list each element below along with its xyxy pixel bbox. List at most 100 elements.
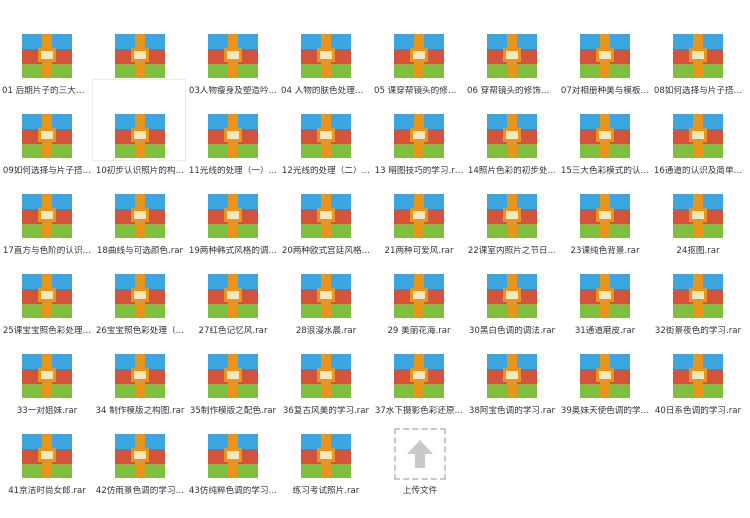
archive-icon xyxy=(301,274,351,318)
archive-icon xyxy=(673,194,723,238)
archive-icon xyxy=(487,274,537,318)
archive-icon xyxy=(208,434,258,478)
archive-icon xyxy=(394,274,444,318)
file-item[interactable]: 06 穿帮镜头的修饰及… xyxy=(465,0,557,96)
upload-button[interactable] xyxy=(394,428,446,480)
file-item[interactable]: 13 暗图技巧的学习.r… xyxy=(372,80,464,176)
archive-icon xyxy=(487,354,537,398)
archive-icon xyxy=(301,34,351,78)
file-item[interactable]: 43仿纯粹色调的学习… xyxy=(186,400,278,496)
archive-icon xyxy=(673,354,723,398)
archive-icon xyxy=(580,114,630,158)
file-item[interactable]: 35制作模版之配色.rar xyxy=(186,320,278,416)
file-item[interactable]: 11光线的处理（一）… xyxy=(186,80,278,176)
file-item[interactable]: 38阿宝色调的学习.rar xyxy=(465,320,557,416)
archive-icon xyxy=(115,274,165,318)
archive-icon xyxy=(115,194,165,238)
file-item[interactable]: 05 课穿帮镜头的修饰… xyxy=(372,0,464,96)
archive-icon xyxy=(394,34,444,78)
file-item[interactable]: 24抠图.rar xyxy=(651,160,743,256)
archive-icon xyxy=(580,194,630,238)
file-item[interactable]: 34 制作模版之构图.rar xyxy=(93,320,185,416)
archive-icon xyxy=(22,114,72,158)
archive-icon xyxy=(208,354,258,398)
archive-icon xyxy=(208,34,258,78)
archive-icon xyxy=(394,194,444,238)
file-item[interactable]: 39奥妹天使色调的学… xyxy=(558,320,650,416)
file-name: 41京洁时尚女郎.rar xyxy=(8,486,86,496)
file-item[interactable]: 29 美丽花海.rar xyxy=(372,240,464,336)
archive-icon xyxy=(673,114,723,158)
archive-icon xyxy=(487,34,537,78)
archive-icon xyxy=(208,114,258,158)
file-item[interactable]: 32街景夜色的学习.rar xyxy=(651,240,743,336)
file-name: 37水下摄影色彩还原… xyxy=(374,406,464,416)
file-item[interactable]: 25课宝宝照色彩处理… xyxy=(0,240,92,336)
file-item[interactable]: 31通道磨皮.rar xyxy=(558,240,650,336)
file-item[interactable]: 02磨皮软件的用法和… xyxy=(93,0,185,96)
file-item[interactable]: 09如何选择与片子搭… xyxy=(0,80,92,176)
file-item[interactable]: 17直方与色阶的认识… xyxy=(0,160,92,256)
file-item[interactable]: 15三大色彩模式的认… xyxy=(558,80,650,176)
file-name: 40日系色调的学习.rar xyxy=(654,406,742,416)
file-grid: 01 后期片子的三大格…02磨皮软件的用法和…03人物瘦身及塑造吟…04 人物的… xyxy=(0,0,750,518)
archive-icon xyxy=(115,114,165,158)
archive-icon xyxy=(115,434,165,478)
upload-label: 上传文件 xyxy=(402,486,438,496)
archive-icon xyxy=(22,194,72,238)
archive-icon xyxy=(22,34,72,78)
file-item[interactable]: 01 后期片子的三大格… xyxy=(0,0,92,96)
archive-icon xyxy=(301,114,351,158)
file-item[interactable]: 26宝宝照色彩处理（… xyxy=(93,240,185,336)
archive-icon xyxy=(22,274,72,318)
file-item[interactable]: 27红色记忆风.rar xyxy=(186,240,278,336)
archive-icon xyxy=(208,194,258,238)
file-item[interactable]: 36复古风美的学习.rar xyxy=(279,320,371,416)
archive-icon xyxy=(22,434,72,478)
file-item[interactable]: 12光线的处理（二）… xyxy=(279,80,371,176)
file-name: 42仿雨景色调的学习… xyxy=(95,486,185,496)
file-item[interactable]: 20两种欧式宫廷风格… xyxy=(279,160,371,256)
file-item[interactable]: 42仿雨景色调的学习… xyxy=(93,400,185,496)
file-item[interactable]: 33一对姐妹.rar xyxy=(0,320,92,416)
file-item[interactable]: 03人物瘦身及塑造吟… xyxy=(186,0,278,96)
file-name: 39奥妹天使色调的学… xyxy=(560,406,650,416)
file-item[interactable]: 28浪漫水晨.rar xyxy=(279,240,371,336)
file-name: 43仿纯粹色调的学习… xyxy=(188,486,278,496)
archive-icon xyxy=(580,34,630,78)
file-item[interactable]: 18曲线与可选颜色.rar xyxy=(93,160,185,256)
archive-icon xyxy=(580,274,630,318)
file-item[interactable]: 41京洁时尚女郎.rar xyxy=(0,400,92,496)
file-item[interactable]: 37水下摄影色彩还原… xyxy=(372,320,464,416)
archive-icon xyxy=(580,354,630,398)
file-item[interactable]: 19两种韩式风格的调… xyxy=(186,160,278,256)
file-item[interactable]: 练习考试照片.rar xyxy=(279,400,371,496)
archive-icon xyxy=(301,354,351,398)
archive-icon xyxy=(487,114,537,158)
file-item[interactable]: 07对相册种美与模板… xyxy=(558,0,650,96)
file-item[interactable]: 10初步认识照片的构… xyxy=(92,79,186,176)
archive-icon xyxy=(115,354,165,398)
archive-icon xyxy=(115,34,165,78)
archive-icon xyxy=(301,434,351,478)
file-name: 练习考试照片.rar xyxy=(292,486,360,496)
archive-icon xyxy=(394,354,444,398)
archive-icon xyxy=(301,194,351,238)
file-item[interactable]: 40日系色调的学习.rar xyxy=(651,320,743,416)
archive-icon xyxy=(208,274,258,318)
file-item[interactable]: 23课纯色背景.rar xyxy=(558,160,650,256)
archive-icon xyxy=(673,34,723,78)
archive-icon xyxy=(394,114,444,158)
archive-icon xyxy=(487,194,537,238)
file-item[interactable]: 30黑白色调的调法.rar xyxy=(465,240,557,336)
file-item[interactable]: 22课室内照片之节日… xyxy=(465,160,557,256)
archive-icon xyxy=(22,354,72,398)
file-item[interactable]: 04 人物的肤色处理与… xyxy=(279,0,371,96)
file-item[interactable]: 16通道的认识及简单… xyxy=(651,80,743,176)
upload-arrow-icon xyxy=(407,440,433,468)
file-item[interactable]: 08如何选择与片子搭… xyxy=(651,0,743,96)
file-name: 38阿宝色调的学习.rar xyxy=(468,406,556,416)
file-item[interactable]: 14照片色彩的初步处… xyxy=(465,80,557,176)
file-item[interactable]: 21两种可爱风.rar xyxy=(372,160,464,256)
archive-icon xyxy=(673,274,723,318)
